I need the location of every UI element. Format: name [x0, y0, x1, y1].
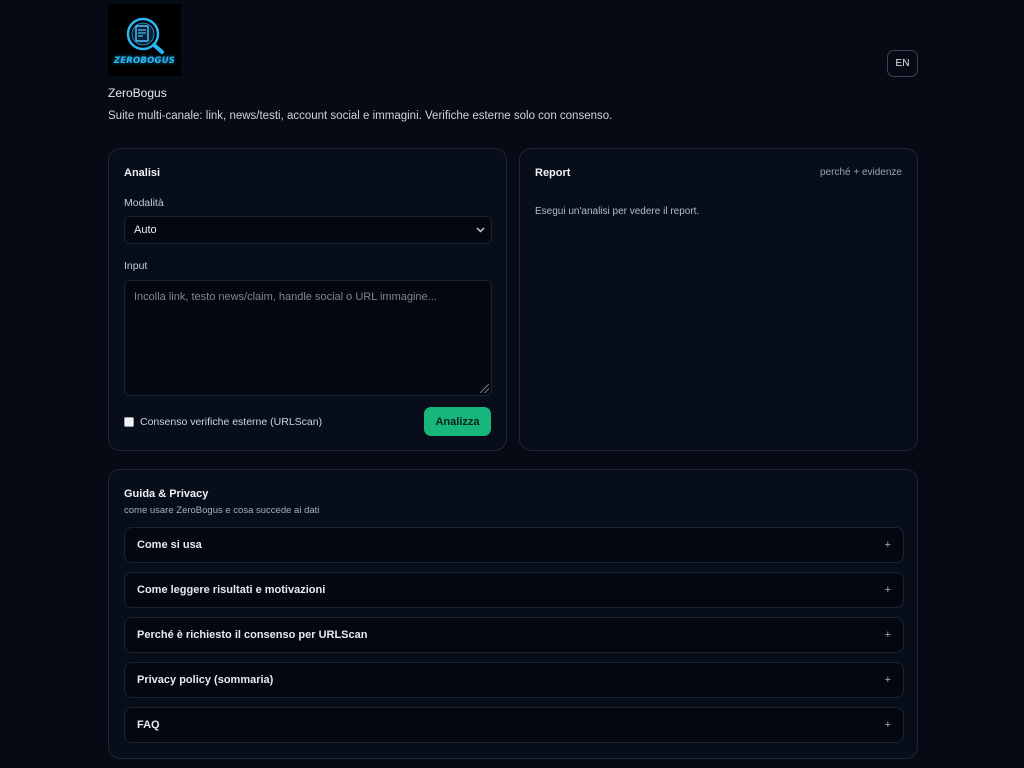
plus-icon: + — [884, 539, 891, 551]
analysis-title: Analisi — [124, 167, 161, 179]
plus-icon: + — [884, 674, 891, 686]
accordion-label: Come si usa — [137, 539, 202, 551]
zerobogus-logo: ZEROBOGUS — [108, 4, 181, 76]
accordion-item-consenso-urlscan[interactable]: Perché è richiesto il consenso per URLSc… — [124, 617, 904, 653]
plus-icon: + — [884, 719, 891, 731]
cards-row: Analisi Modalità Auto Input Incolla link… — [108, 148, 918, 451]
magnifier-document-icon — [126, 17, 164, 54]
mode-select[interactable]: Auto — [124, 216, 492, 244]
accordion-label: Privacy policy (sommaria) — [137, 674, 274, 686]
guide-subtitle: come usare ZeroBogus e cosa succede ai d… — [124, 505, 320, 516]
analyze-button[interactable]: Analizza — [424, 407, 491, 436]
consent-row: Consenso verifiche esterne (URLScan) — [124, 416, 322, 428]
input-label: Input — [124, 260, 148, 272]
guide-privacy-section: Guida & Privacy come usare ZeroBogus e c… — [108, 469, 918, 759]
mode-label: Modalità — [124, 197, 164, 209]
plus-icon: + — [884, 584, 891, 596]
accordion-label: FAQ — [137, 719, 160, 731]
mode-select-value: Auto — [134, 224, 157, 236]
guide-title: Guida & Privacy — [124, 488, 209, 500]
input-textarea[interactable]: Incolla link, testo news/claim, handle s… — [124, 280, 492, 396]
tagline: Suite multi-canale: link, news/testi, ac… — [108, 110, 613, 122]
app-name: ZeroBogus — [108, 86, 167, 100]
report-title: Report — [535, 167, 571, 179]
page: ZEROBOGUS EN ZeroBogus Suite multi-canal… — [108, 4, 918, 759]
accordion-item-privacy-policy[interactable]: Privacy policy (sommaria) + — [124, 662, 904, 698]
accordion-label: Perché è richiesto il consenso per URLSc… — [137, 629, 368, 641]
report-empty-state: Esegui un'analisi per vedere il report. — [535, 206, 700, 217]
accordion-label: Come leggere risultati e motivazioni — [137, 584, 326, 596]
analysis-card: Analisi Modalità Auto Input Incolla link… — [108, 148, 507, 451]
report-hint: perché + evidenze — [819, 167, 902, 178]
accordion-item-leggere-risultati[interactable]: Come leggere risultati e motivazioni + — [124, 572, 904, 608]
logo-wordmark: ZEROBOGUS — [113, 55, 176, 66]
consent-label[interactable]: Consenso verifiche esterne (URLScan) — [140, 416, 322, 428]
resize-handle-icon[interactable] — [480, 384, 489, 393]
chevron-down-icon — [476, 225, 485, 235]
plus-icon: + — [884, 629, 891, 641]
consent-checkbox[interactable] — [124, 417, 134, 427]
accordion-item-come-si-usa[interactable]: Come si usa + — [124, 527, 904, 563]
report-card: Report perché + evidenze Esegui un'anali… — [519, 148, 918, 451]
language-button[interactable]: EN — [887, 50, 918, 77]
accordion-item-faq[interactable]: FAQ + — [124, 707, 904, 743]
input-placeholder: Incolla link, testo news/claim, handle s… — [134, 291, 437, 303]
